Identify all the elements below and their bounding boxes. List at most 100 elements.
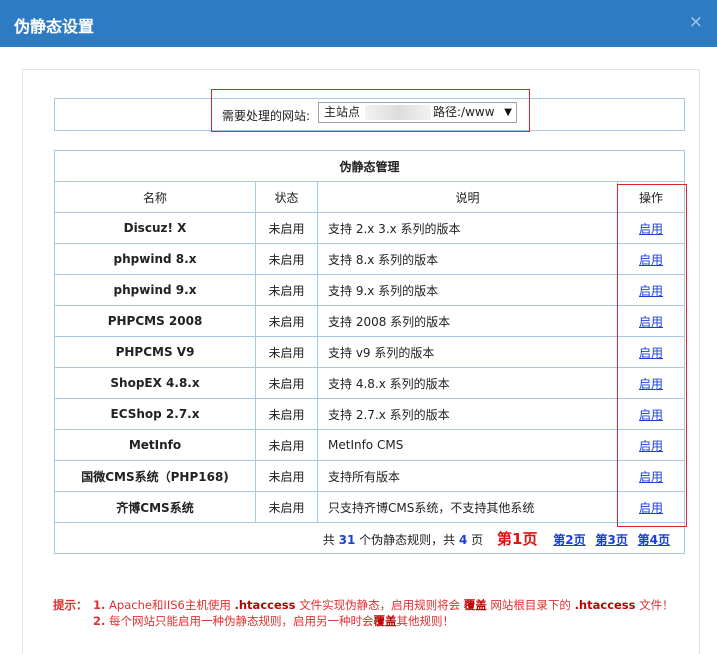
rule-status: 未启用 [255,367,318,399]
rule-desc: 支持 2008 系列的版本 [317,305,618,337]
table-header-row: 名称 状态 说明 操作 [54,181,686,213]
tip-line-2: 2. 每个网站只能启用一种伪静态规则，启用另一种时会覆盖其他规则！ [53,613,674,629]
enable-link[interactable]: 启用 [639,377,663,391]
rule-desc: 支持 v9 系列的版本 [317,336,618,368]
rule-name: phpwind 9.x [54,274,256,306]
rule-name: 齐博CMS系统 [54,491,256,523]
header-action: 操作 [616,181,686,213]
rule-status: 未启用 [255,398,318,430]
enable-link[interactable]: 启用 [639,222,663,236]
tip-1-htaccess: .htaccess [234,598,296,612]
rule-status: 未启用 [255,305,318,337]
enable-link[interactable]: 启用 [639,408,663,422]
rule-action-cell: 启用 [616,491,686,523]
pager-page-4[interactable]: 第4页 [638,533,670,547]
rule-action-cell: 启用 [616,336,686,368]
rule-action-cell: 启用 [616,429,686,461]
rule-name: Discuz! X [54,212,256,244]
enable-link[interactable]: 启用 [639,284,663,298]
rule-name: PHPCMS V9 [54,336,256,368]
rule-desc: 支持 9.x 系列的版本 [317,274,618,306]
tip-2-a: 每个网站只能启用一种伪静态规则，启用另一种时会 [109,614,374,628]
pager-current-page: 第1页 [497,529,538,548]
tip-1-c: 网站根目录下的 [490,598,571,612]
enable-link[interactable]: 启用 [639,470,663,484]
rule-status: 未启用 [255,274,318,306]
tip-1-d: 文件！ [639,598,674,612]
enable-link[interactable]: 启用 [639,439,663,453]
table-row: ECShop 2.7.x 未启用 支持 2.7.x 系列的版本 启用 [54,398,686,430]
enable-link[interactable]: 启用 [639,315,663,329]
rule-name: ECShop 2.7.x [54,398,256,430]
pager-total-mid: 个伪静态规则，共 [359,532,456,547]
tip-2-num: 2. [93,614,106,628]
table-row: PHPCMS V9 未启用 支持 v9 系列的版本 启用 [54,336,686,368]
table-caption: 伪静态管理 [53,150,686,182]
site-select-path: 路径:/www [433,105,495,119]
rule-desc: 支持 4.8.x 系列的版本 [317,367,618,399]
tip-2-b: 其他规则！ [396,614,455,628]
rule-action-cell: 启用 [616,460,686,492]
tip-2-overwrite: 覆盖 [373,614,397,628]
header-desc: 说明 [317,181,618,213]
rule-desc: 支持 2.7.x 系列的版本 [317,398,618,430]
rule-desc: 支持所有版本 [317,460,618,492]
rule-name: phpwind 8.x [54,243,256,275]
rule-desc: 支持 8.x 系列的版本 [317,243,618,275]
header-name: 名称 [54,181,256,213]
enable-link[interactable]: 启用 [639,501,663,515]
rule-desc: 只支持齐博CMS系统，不支持其他系统 [317,491,618,523]
pager-page-count: 4 [458,532,468,547]
header-status: 状态 [255,181,318,213]
dialog-titlebar: 伪静态设置 × [0,0,717,47]
redacted-domain [365,105,431,120]
rule-action-cell: 启用 [616,274,686,306]
rule-status: 未启用 [255,243,318,275]
rule-name: 国微CMS系统（PHP168) [54,460,256,492]
table-row: ShopEX 4.8.x 未启用 支持 4.8.x 系列的版本 启用 [54,367,686,399]
table-row: phpwind 9.x 未启用 支持 9.x 系列的版本 启用 [54,274,686,306]
rule-name: PHPCMS 2008 [54,305,256,337]
table-row: Discuz! X 未启用 支持 2.x 3.x 系列的版本 启用 [54,212,686,244]
tips: 提示： 1. Apache和IIS6主机使用 .htaccess 文件实现伪静态，… [53,597,674,629]
site-select-label: 需要处理的网站: [222,109,311,123]
rule-desc: 支持 2.x 3.x 系列的版本 [317,212,618,244]
pager-total-count: 31 [338,532,356,547]
enable-link[interactable]: 启用 [639,253,663,267]
tip-1-overwrite: 覆盖 [463,598,487,612]
pager-row: 共 31 个伪静态规则，共 4 页 第1页 第2页 第3页 第4页 [53,522,686,554]
tip-1-htaccess-2: .htaccess [574,598,636,612]
rewrite-table: 伪静态管理 名称 状态 说明 操作 Discuz! X 未启用 支持 2.x 3.x… [53,150,686,554]
rule-action-cell: 启用 [616,212,686,244]
rule-name: ShopEX 4.8.x [54,367,256,399]
pager: 共 31 个伪静态规则，共 4 页 第1页 第2页 第3页 第4页 [53,522,686,554]
tip-line-1: 提示： 1. Apache和IIS6主机使用 .htaccess 文件实现伪静态，… [53,597,674,613]
enable-link[interactable]: 启用 [639,346,663,360]
pager-total-prefix: 共 [322,532,335,547]
rule-status: 未启用 [255,212,318,244]
rule-action-cell: 启用 [616,243,686,275]
tip-1-num: 1. [93,598,106,612]
rule-desc: MetInfo CMS [317,429,618,461]
table-row: PHPCMS 2008 未启用 支持 2008 系列的版本 启用 [54,305,686,337]
table-row: 国微CMS系统（PHP168) 未启用 支持所有版本 启用 [54,460,686,492]
rule-action-cell: 启用 [616,305,686,337]
rule-action-cell: 启用 [616,367,686,399]
dialog-title: 伪静态设置 [14,17,95,36]
rule-status: 未启用 [255,429,318,461]
rule-status: 未启用 [255,336,318,368]
table-row: 齐博CMS系统 未启用 只支持齐博CMS系统，不支持其他系统 启用 [54,491,686,523]
chevron-down-icon: ▼ [504,107,512,118]
site-select-value: 主站点 [324,105,361,119]
pager-page-3[interactable]: 第3页 [595,533,627,547]
rule-status: 未启用 [255,460,318,492]
table-row: MetInfo 未启用 MetInfo CMS 启用 [54,429,686,461]
pager-page-suffix: 页 [471,532,484,547]
close-icon[interactable]: × [689,12,703,32]
table-row: phpwind 8.x 未启用 支持 8.x 系列的版本 启用 [54,243,686,275]
tip-1-b: 文件实现伪静态，启用规则将会 [299,598,461,612]
tips-label: 提示： [53,598,88,612]
rule-action-cell: 启用 [616,398,686,430]
pager-page-2[interactable]: 第2页 [553,533,585,547]
site-select-dropdown[interactable]: 主站点 路径:/www ▼ [318,102,517,123]
